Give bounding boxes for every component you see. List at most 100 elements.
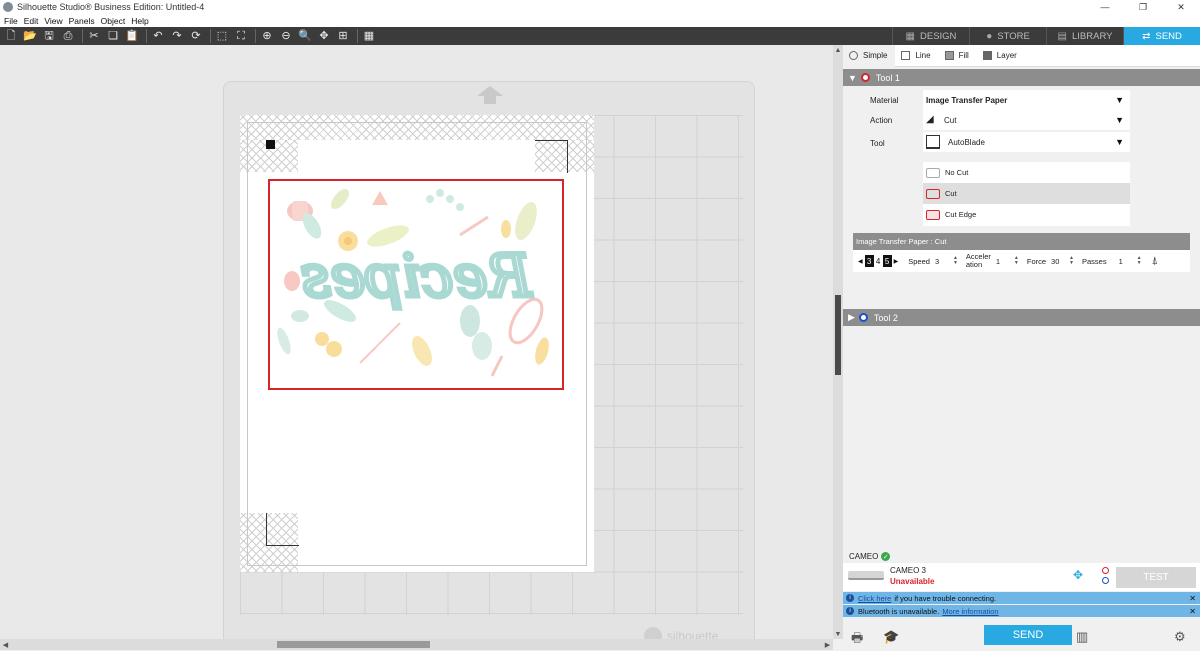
print-icon[interactable]: ⎙ xyxy=(60,28,76,44)
paste-icon[interactable]: 📋 xyxy=(124,28,140,44)
new-document-icon[interactable]: 🗋 xyxy=(3,28,19,44)
send-button[interactable]: SEND xyxy=(984,625,1072,645)
cut-option-no-cut[interactable]: No Cut xyxy=(923,162,1130,183)
tab-library[interactable]: ▤ LIBRARY xyxy=(1046,27,1123,45)
toolbar-divider xyxy=(255,29,256,43)
force-spinner-icon[interactable]: ▲ ▼ xyxy=(1069,256,1074,266)
pan-icon[interactable]: ✥ xyxy=(316,28,332,44)
acceleration-value[interactable]: 1 xyxy=(996,254,1014,268)
cut-option-label: Cut Edge xyxy=(945,210,977,219)
zoom-in-icon[interactable]: ⊕ xyxy=(259,28,275,44)
tab-label: SEND xyxy=(1155,30,1182,42)
device-section-label: CAMEO ✓ xyxy=(849,552,891,561)
vertical-scrollbar[interactable]: ▲ ▼ xyxy=(833,45,843,639)
menu-object[interactable]: Object xyxy=(101,16,126,26)
blade-icon: ◢ xyxy=(926,114,934,125)
menu-help[interactable]: Help xyxy=(131,16,148,26)
fit-page-icon[interactable]: ⊞ xyxy=(335,28,351,44)
dropdown-caret-icon: ▼ xyxy=(1115,137,1124,147)
dropdown-caret-icon: ▼ xyxy=(1115,115,1124,125)
collapse-triangle-icon[interactable]: ▼ xyxy=(848,73,857,83)
tab-store[interactable]: ● STORE xyxy=(969,27,1046,45)
menu-bar: File Edit View Panels Object Help xyxy=(0,14,1200,27)
tool-select[interactable]: AutoBlade ▼ xyxy=(923,132,1130,152)
grid-icon[interactable]: ▦ xyxy=(361,28,377,44)
mode-line[interactable]: Line xyxy=(895,45,938,67)
tab-send[interactable]: ⇄ SEND xyxy=(1123,27,1200,45)
material-value: Image Transfer Paper xyxy=(926,95,1008,105)
scroll-up-icon[interactable]: ▲ xyxy=(833,45,843,55)
force-value[interactable]: 30 xyxy=(1051,254,1069,268)
hook-tool-icon[interactable]: ⍋ xyxy=(1152,255,1159,268)
vertical-scroll-thumb[interactable] xyxy=(835,295,841,375)
mode-layer[interactable]: Layer xyxy=(977,45,1025,67)
test-button[interactable]: TEST xyxy=(1116,567,1196,588)
cut-option-label: No Cut xyxy=(945,168,969,177)
zoom-select-icon[interactable]: 🔍 xyxy=(297,28,313,44)
info-bar-bluetooth: i Bluetooth is unavailable. More informa… xyxy=(843,605,1200,617)
job-log-icon[interactable]: ▥ xyxy=(1076,629,1088,645)
redraw-icon[interactable]: ⟳ xyxy=(188,28,204,44)
recipes-design[interactable]: Recipes xyxy=(268,179,564,390)
scroll-down-icon[interactable]: ▼ xyxy=(833,629,843,639)
tool2-header[interactable]: ▶ Tool 2 xyxy=(843,309,1200,326)
cutter-queue-icon[interactable]: 🖶 xyxy=(851,629,863,651)
passes-value[interactable]: 1 xyxy=(1119,254,1137,268)
settings-gear-icon[interactable]: ⚙ xyxy=(1174,629,1186,645)
tab-design[interactable]: ▦ DESIGN xyxy=(892,27,969,45)
action-select[interactable]: ◢ Cut ▼ xyxy=(923,110,1130,130)
blade-depth-control[interactable]: ◀ 3 4 5 ▶ xyxy=(856,255,900,267)
horizontal-scroll-thumb[interactable] xyxy=(277,641,430,648)
close-icon[interactable]: ✕ xyxy=(1189,594,1196,603)
scroll-left-icon[interactable]: ◀ xyxy=(0,639,11,650)
decrease-blade-icon[interactable]: ◀ xyxy=(858,258,863,265)
deselect-icon[interactable]: ⛶ xyxy=(233,28,249,44)
close-button[interactable]: ✕ xyxy=(1162,0,1200,14)
undo-icon[interactable]: ↶ xyxy=(150,28,166,44)
speed-value[interactable]: 3 xyxy=(935,254,953,268)
restore-button[interactable]: ❐ xyxy=(1124,0,1162,14)
tool1-indicator-icon xyxy=(1102,567,1109,574)
open-folder-icon[interactable]: 📂 xyxy=(22,28,38,44)
expand-triangle-icon[interactable]: ▶ xyxy=(848,312,855,323)
cut-option-cut-edge[interactable]: Cut Edge xyxy=(923,204,1130,225)
save-icon[interactable]: 🖫 xyxy=(41,28,57,44)
more-information-link[interactable]: More information xyxy=(942,607,998,616)
acceleration-spinner-icon[interactable]: ▲ ▼ xyxy=(1014,256,1019,266)
click-here-link[interactable]: Click here xyxy=(858,594,891,603)
menu-file[interactable]: File xyxy=(4,16,18,26)
move-arrows-icon[interactable]: ✥ xyxy=(1073,568,1083,582)
material-select[interactable]: Image Transfer Paper ▼ xyxy=(923,90,1130,110)
mode-fill[interactable]: Fill xyxy=(939,45,977,67)
silhouette-logo-icon xyxy=(644,627,662,639)
select-all-icon[interactable]: ⬚ xyxy=(214,28,230,44)
device-status: Unavailable xyxy=(890,577,935,586)
mode-simple[interactable]: Simple xyxy=(843,44,896,67)
design-canvas[interactable]: silhouette Recipes xyxy=(0,45,833,639)
close-icon[interactable]: ✕ xyxy=(1189,607,1196,616)
menu-edit[interactable]: Edit xyxy=(24,16,39,26)
action-value: Cut xyxy=(944,115,957,125)
mode-label: Fill xyxy=(958,51,969,60)
menu-view[interactable]: View xyxy=(44,16,62,26)
increase-blade-icon[interactable]: ▶ xyxy=(894,258,899,265)
cut-option-cut[interactable]: Cut xyxy=(923,183,1130,204)
tool1-header[interactable]: ▼ Tool 1 xyxy=(843,69,1200,86)
passes-setting: Passes 1 ▲ ▼ xyxy=(1082,254,1142,268)
horizontal-scrollbar[interactable]: ◀ ▶ xyxy=(0,639,833,650)
cut-icon[interactable]: ✂ xyxy=(86,28,102,44)
cut-settings-row: ◀ 3 4 5 ▶ Speed 3 ▲ ▼ Acceler ation 1 ▲ ▼ F… xyxy=(853,250,1190,272)
action-label: Action xyxy=(870,116,893,125)
minimize-button[interactable]: — xyxy=(1086,0,1124,14)
menu-panels[interactable]: Panels xyxy=(69,16,95,26)
library-icon: ▤ xyxy=(1057,30,1067,42)
scroll-right-icon[interactable]: ▶ xyxy=(822,639,833,650)
copy-icon[interactable]: ❏ xyxy=(105,28,121,44)
redo-icon[interactable]: ↷ xyxy=(169,28,185,44)
send-mode-tabs: Simple Line Fill Layer xyxy=(843,44,1200,67)
tutorial-icon[interactable]: 🎓 xyxy=(883,629,899,645)
speed-spinner-icon[interactable]: ▲ ▼ xyxy=(953,256,958,266)
passes-spinner-icon[interactable]: ▲ ▼ xyxy=(1137,256,1142,266)
zoom-out-icon[interactable]: ⊖ xyxy=(278,28,294,44)
info-text: if you have trouble connecting. xyxy=(894,593,997,603)
